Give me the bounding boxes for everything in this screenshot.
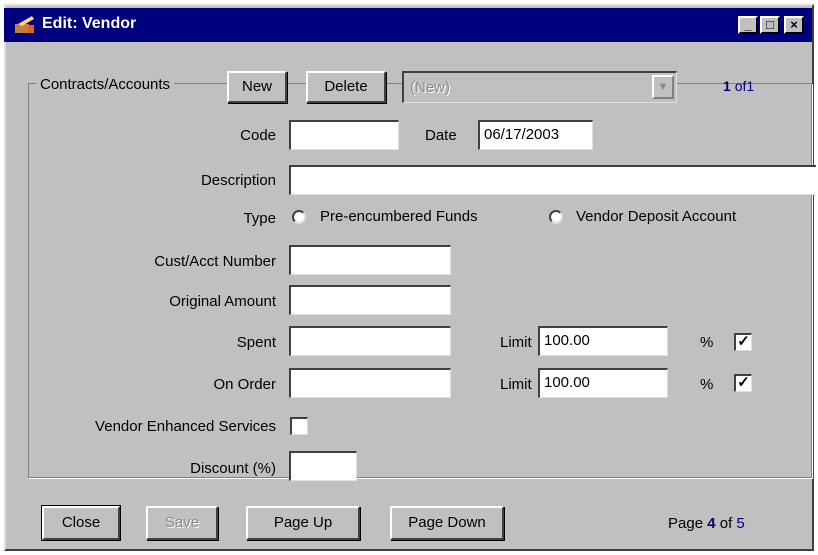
page-down-button[interactable]: Page Down bbox=[390, 506, 504, 540]
spent-percent-checkbox[interactable]: ✓ bbox=[734, 333, 752, 351]
type-option-vendor-deposit: Vendor Deposit Account bbox=[576, 208, 737, 225]
spent-percent-label: % bbox=[700, 334, 714, 351]
on-order-percent-label: % bbox=[700, 376, 714, 393]
type-option-pre-encumbered: Pre-encumbered Funds bbox=[320, 208, 478, 225]
save-button[interactable]: Save bbox=[146, 506, 218, 540]
on-order-limit-label: Limit bbox=[500, 376, 532, 393]
on-order-limit-input[interactable]: 100.00 bbox=[538, 368, 668, 398]
title-bar[interactable]: Edit: Vendor _ □ × bbox=[4, 8, 812, 42]
record-counter: 1 of1 bbox=[723, 78, 754, 94]
record-total: 1 bbox=[746, 78, 755, 94]
window-title: Edit: Vendor bbox=[42, 15, 137, 32]
on-order-percent-checkbox[interactable]: ✓ bbox=[734, 374, 752, 392]
cust-acct-input[interactable] bbox=[289, 245, 451, 275]
original-amount-label: Original Amount bbox=[169, 293, 276, 310]
vendor-enhanced-checkbox[interactable] bbox=[290, 417, 308, 435]
app-icon bbox=[15, 16, 34, 33]
spent-label: Spent bbox=[236, 334, 276, 351]
on-order-input[interactable] bbox=[289, 368, 451, 398]
page-up-button[interactable]: Page Up bbox=[246, 506, 360, 540]
page-current: 4 bbox=[707, 515, 716, 532]
type-radio-pre-encumbered[interactable] bbox=[292, 210, 306, 224]
page-of: of bbox=[719, 515, 733, 532]
discount-input[interactable] bbox=[289, 451, 357, 481]
cust-acct-label: Cust/Acct Number bbox=[154, 253, 276, 270]
page-counter: Page 4 of 5 bbox=[668, 515, 745, 532]
description-input[interactable] bbox=[289, 165, 816, 195]
group-legend: Contracts/Accounts bbox=[36, 76, 175, 93]
description-label: Description bbox=[200, 172, 276, 189]
code-label: Code bbox=[240, 127, 276, 144]
discount-label: Discount (%) bbox=[190, 460, 276, 477]
on-order-label: On Order bbox=[213, 376, 276, 393]
record-of: of bbox=[734, 78, 747, 94]
type-radio-vendor-deposit[interactable] bbox=[549, 210, 563, 224]
contract-selector[interactable]: (New) ▼ bbox=[402, 71, 677, 103]
close-window-button[interactable]: × bbox=[784, 16, 804, 34]
spent-limit-input[interactable]: 100.00 bbox=[538, 326, 668, 356]
page-label: Page bbox=[668, 515, 704, 532]
date-label: Date bbox=[425, 127, 457, 144]
minimize-button[interactable]: _ bbox=[738, 16, 758, 34]
date-input[interactable]: 06/17/2003 bbox=[478, 120, 593, 150]
new-button[interactable]: New bbox=[227, 71, 287, 103]
vendor-enhanced-label: Vendor Enhanced Services bbox=[95, 418, 276, 435]
spent-input[interactable] bbox=[289, 326, 451, 356]
spent-limit-label: Limit bbox=[500, 334, 532, 351]
contract-selector-value: (New) bbox=[410, 79, 450, 96]
maximize-button[interactable]: □ bbox=[760, 16, 780, 34]
original-amount-input[interactable] bbox=[289, 285, 451, 315]
page-total: 5 bbox=[736, 515, 745, 532]
code-input[interactable] bbox=[289, 120, 399, 150]
close-button[interactable]: Close bbox=[41, 505, 121, 541]
record-current: 1 bbox=[723, 78, 731, 94]
chevron-down-icon[interactable]: ▼ bbox=[652, 75, 674, 99]
delete-button[interactable]: Delete bbox=[306, 71, 386, 103]
type-label: Type bbox=[243, 210, 276, 227]
